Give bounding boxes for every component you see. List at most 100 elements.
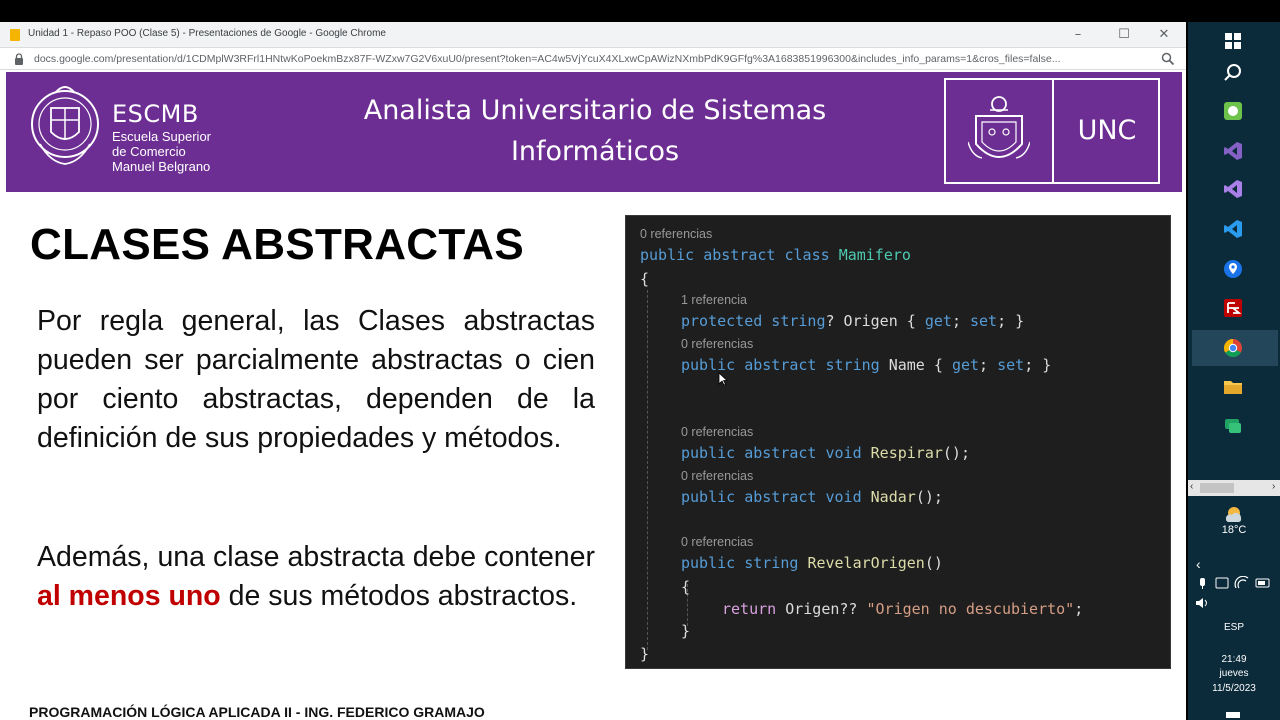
code-class-name: Mamifero bbox=[838, 246, 911, 264]
taskbar-scrollbar-thumb[interactable] bbox=[1200, 483, 1234, 493]
volume-icon[interactable] bbox=[1188, 596, 1280, 610]
codelens-ref-name[interactable]: 0 referencias bbox=[681, 337, 753, 351]
window-title: Unidad 1 - Repaso POO (Clase 5) - Presen… bbox=[28, 28, 386, 39]
slides-favicon-icon bbox=[10, 29, 20, 41]
notification-icon[interactable] bbox=[1226, 712, 1240, 718]
weather-icon[interactable] bbox=[1222, 503, 1244, 525]
code-nadar-end: (); bbox=[915, 488, 943, 506]
escmb-crest-icon bbox=[31, 86, 99, 165]
presentation-slide: ESCMB Escuela Superior de Comercio Manue… bbox=[6, 72, 1182, 720]
code-line-nadar: public abstract void Nadar(); bbox=[681, 488, 943, 506]
unc-logo-box: UNC bbox=[944, 78, 1160, 184]
visual-studio-2-icon[interactable] bbox=[1222, 178, 1244, 200]
code-name-semi2: ; bbox=[1024, 356, 1043, 374]
filezilla-icon[interactable] bbox=[1222, 297, 1244, 319]
slide-header: ESCMB Escuela Superior de Comercio Manue… bbox=[6, 72, 1182, 192]
school-line-2: de Comercio bbox=[112, 144, 186, 159]
code-inner-close-brace: } bbox=[681, 622, 691, 640]
paragraph-2: Además, una clase abstracta debe contene… bbox=[37, 538, 595, 616]
code-origen-keywords: protected string bbox=[681, 312, 826, 330]
search-icon[interactable] bbox=[1222, 62, 1244, 84]
lock-icon[interactable] bbox=[14, 53, 24, 65]
code-return-string: "Origen no descubierto" bbox=[866, 600, 1075, 618]
code-inner-open-brace: { bbox=[681, 578, 691, 596]
code-class-keywords: public abstract class bbox=[640, 246, 839, 264]
code-return-keyword: return bbox=[722, 600, 777, 618]
windows-start-icon[interactable] bbox=[1222, 30, 1244, 52]
address-bar[interactable]: docs.google.com/presentation/d/1CDMplW3R… bbox=[0, 48, 1186, 70]
clock-weekday[interactable]: jueves bbox=[1188, 668, 1280, 680]
program-title-line-1: Analista Universitario de Sistemas bbox=[363, 95, 827, 126]
code-name-semi1: ; bbox=[979, 356, 998, 374]
visual-studio-icon[interactable] bbox=[1222, 140, 1244, 162]
title-bar: Unidad 1 - Repaso POO (Clase 5) - Presen… bbox=[0, 22, 1186, 48]
code-name-end: } bbox=[1042, 356, 1052, 374]
code-name-set: set bbox=[997, 356, 1025, 374]
code-close-brace: } bbox=[640, 645, 650, 663]
zoom-icon[interactable] bbox=[1160, 51, 1176, 67]
code-respirar-end: (); bbox=[942, 444, 970, 462]
vscode-icon[interactable] bbox=[1222, 218, 1244, 240]
code-origen-semi1: ; bbox=[951, 312, 970, 330]
program-title-line-2: Informáticos bbox=[510, 136, 680, 167]
code-name-keywords: public abstract string bbox=[681, 356, 880, 374]
code-line-revelar: public string RevelarOrigen() bbox=[681, 554, 943, 572]
code-snippet: 0 referencias public abstract class Mami… bbox=[625, 215, 1171, 669]
input-language[interactable]: ESP bbox=[1188, 622, 1280, 634]
code-line-class: public abstract class Mamifero bbox=[640, 246, 911, 264]
codelens-ref-nadar[interactable]: 0 referencias bbox=[681, 469, 753, 483]
codelens-ref-respirar[interactable]: 0 referencias bbox=[681, 425, 753, 439]
system-tray-icons[interactable] bbox=[1188, 576, 1280, 590]
unc-name: UNC bbox=[1077, 115, 1137, 146]
code-origen-end: } bbox=[1015, 312, 1025, 330]
scroll-left-icon[interactable]: ‹ bbox=[1190, 481, 1193, 492]
show-hidden-icons-chevron-icon[interactable]: ‹ bbox=[1196, 556, 1201, 572]
clock-date[interactable]: 11/5/2023 bbox=[1188, 683, 1280, 695]
chat-app-icon[interactable] bbox=[1222, 415, 1244, 437]
code-line-name: public abstract string Name { get; set; … bbox=[681, 356, 1051, 374]
code-return-mid: Origen?? bbox=[776, 600, 867, 618]
code-revelar-parens: () bbox=[924, 554, 943, 572]
unc-seal-icon bbox=[968, 96, 1030, 159]
code-line-origen: protected string? Origen { get; set; } bbox=[681, 312, 1024, 330]
paragraph-2-before: Además, una clase abstracta debe contene… bbox=[37, 541, 595, 573]
temperature[interactable]: 18°C bbox=[1188, 524, 1280, 536]
maximize-button[interactable]: ☐ bbox=[1104, 24, 1144, 46]
school-full-name: Escuela Superior de Comercio Manuel Belg… bbox=[112, 129, 211, 174]
chrome-window: Unidad 1 - Repaso POO (Clase 5) - Presen… bbox=[0, 22, 1186, 720]
close-button[interactable]: ✕ bbox=[1144, 24, 1184, 46]
codelens-ref-class[interactable]: 0 referencias bbox=[640, 227, 712, 241]
file-explorer-icon[interactable] bbox=[1222, 376, 1244, 398]
code-origen-get: get bbox=[924, 312, 952, 330]
code-origen-semi2: ; bbox=[997, 312, 1016, 330]
school-line-3: Manuel Belgrano bbox=[112, 159, 211, 174]
indent-guide bbox=[647, 290, 648, 650]
codelens-ref-origen[interactable]: 1 referencia bbox=[681, 293, 747, 307]
program-title: Analista Universitario de Sistemas Infor… bbox=[306, 90, 884, 172]
code-respirar-name: Respirar bbox=[870, 444, 943, 462]
code-nadar-name: Nadar bbox=[870, 488, 916, 506]
code-origen-rest: ? Origen { bbox=[825, 312, 925, 330]
code-line-respirar: public abstract void Respirar(); bbox=[681, 444, 970, 462]
scroll-right-icon[interactable]: › bbox=[1272, 481, 1275, 492]
slide-footer: PROGRAMACIÓN LÓGICA APLICADA II - ING. F… bbox=[29, 704, 485, 720]
code-name-rest: Name { bbox=[879, 356, 952, 374]
code-line-return: return Origen?? "Origen no descubierto"; bbox=[722, 600, 1083, 618]
app-green-icon[interactable] bbox=[1222, 100, 1244, 122]
chrome-icon[interactable] bbox=[1222, 337, 1244, 359]
url-text[interactable]: docs.google.com/presentation/d/1CDMplW3R… bbox=[34, 53, 1154, 65]
minimize-button[interactable]: – bbox=[1058, 24, 1098, 46]
codelens-ref-revelar[interactable]: 0 referencias bbox=[681, 535, 753, 549]
code-open-brace: { bbox=[640, 270, 650, 288]
code-name-get: get bbox=[951, 356, 980, 374]
windows-taskbar: ‹ › 18°C ‹ ESP 21:49 jueves 11/5/2023 bbox=[1188, 22, 1280, 720]
paragraph-2-highlight: al menos uno bbox=[37, 580, 221, 612]
maps-pin-icon[interactable] bbox=[1222, 258, 1244, 280]
clock-time[interactable]: 21:49 bbox=[1188, 654, 1280, 666]
school-line-1: Escuela Superior bbox=[112, 129, 211, 144]
taskbar-scrollbar[interactable]: ‹ › bbox=[1188, 480, 1280, 496]
code-revelar-keywords: public string bbox=[681, 554, 808, 572]
code-respirar-keywords: public abstract void bbox=[681, 444, 871, 462]
school-name: ESCMB bbox=[112, 100, 199, 128]
screen: Unidad 1 - Repaso POO (Clase 5) - Presen… bbox=[0, 0, 1280, 720]
